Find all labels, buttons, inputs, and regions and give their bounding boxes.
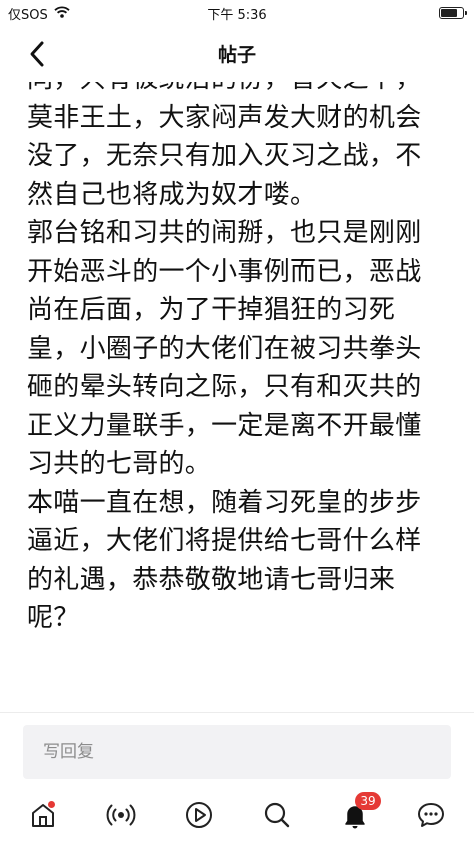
tab-messages[interactable] bbox=[416, 800, 446, 830]
reply-bar bbox=[0, 712, 474, 788]
search-icon bbox=[264, 802, 290, 828]
home-notification-dot bbox=[48, 801, 55, 808]
nav-bar: 帖子 bbox=[0, 26, 474, 82]
status-time: 下午 5:36 bbox=[207, 8, 267, 23]
battery-icon bbox=[439, 7, 467, 19]
post-paragraph: 同，只有被统治的份，普天之下，莫非王土，大家闷声发大财的机会没了，无奈只有加入灭… bbox=[27, 82, 422, 210]
status-bar: 仅SOS 下午 5:36 bbox=[0, 0, 474, 26]
tab-home[interactable] bbox=[28, 800, 58, 830]
play-icon bbox=[186, 802, 212, 828]
tab-video[interactable] bbox=[184, 800, 214, 830]
back-button[interactable] bbox=[22, 38, 54, 70]
post-paragraph: 本喵一直在想，随着习死皇的步步逼近，大佬们将提供给七哥什么样的礼遇，恭恭敬敬地请… bbox=[27, 487, 422, 634]
post-paragraph: 郭台铭和习共的闹掰，也只是刚刚开始恶斗的一个小事例而已，恶战尚在后面，为了干掉猖… bbox=[27, 218, 422, 479]
tab-live[interactable] bbox=[106, 800, 136, 830]
tab-notifications[interactable]: 39 bbox=[340, 792, 381, 830]
reply-input[interactable] bbox=[23, 725, 451, 779]
post-body: 同，只有被统治的份，普天之下，莫非王土，大家闷声发大财的机会没了，无奈只有加入灭… bbox=[27, 82, 447, 638]
page-title: 帖子 bbox=[217, 44, 256, 66]
notification-badge: 39 bbox=[355, 792, 381, 810]
post-content[interactable]: 同，只有被统治的份，普天之下，莫非王土，大家闷声发大财的机会没了，无奈只有加入灭… bbox=[0, 82, 474, 712]
tab-search[interactable] bbox=[262, 800, 292, 830]
tab-bar: 39 bbox=[0, 788, 474, 842]
chevron-left-icon bbox=[30, 41, 44, 67]
broadcast-icon bbox=[106, 804, 136, 826]
chat-icon bbox=[418, 803, 444, 827]
